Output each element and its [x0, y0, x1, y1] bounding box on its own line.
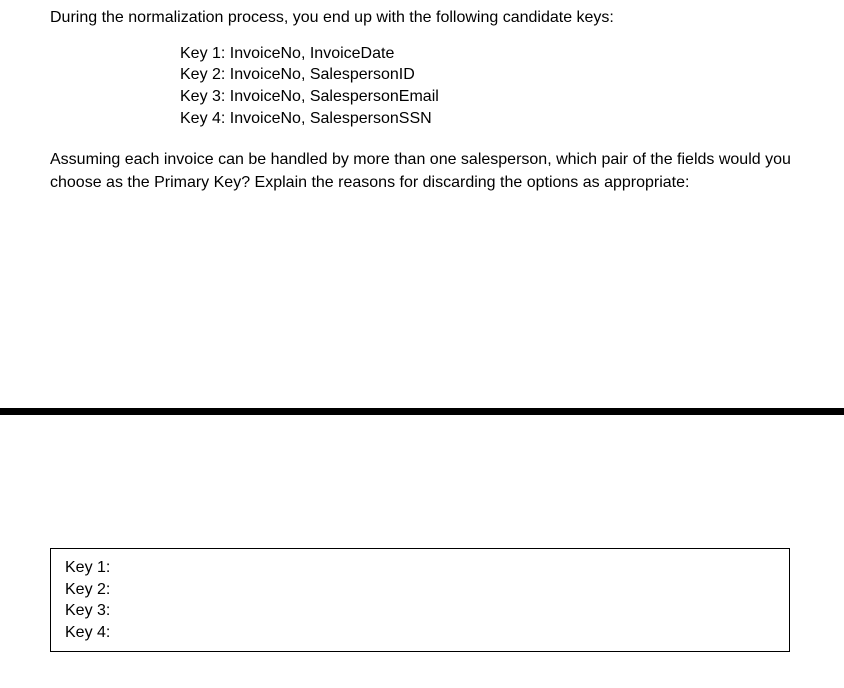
answer-label: Key 3: [65, 600, 777, 622]
intro-text: During the normalization process, you en… [50, 8, 794, 29]
candidate-keys-list: Key 1: InvoiceNo, InvoiceDate Key 2: Inv… [50, 43, 794, 129]
answer-box: Key 1: Key 2: Key 3: Key 4: [50, 548, 790, 652]
section-divider [0, 408, 844, 415]
answer-label: Key 1: [65, 557, 777, 579]
question-block: During the normalization process, you en… [0, 0, 844, 194]
key-line: Key 3: InvoiceNo, SalespersonEmail [180, 86, 794, 108]
key-line: Key 4: InvoiceNo, SalespersonSSN [180, 108, 794, 130]
answer-label: Key 4: [65, 622, 777, 644]
question-text: Assuming each invoice can be handled by … [50, 149, 794, 194]
key-line: Key 1: InvoiceNo, InvoiceDate [180, 43, 794, 65]
key-line: Key 2: InvoiceNo, SalespersonID [180, 64, 794, 86]
answer-label: Key 2: [65, 579, 777, 601]
answer-section: Key 1: Key 2: Key 3: Key 4: [50, 548, 790, 652]
